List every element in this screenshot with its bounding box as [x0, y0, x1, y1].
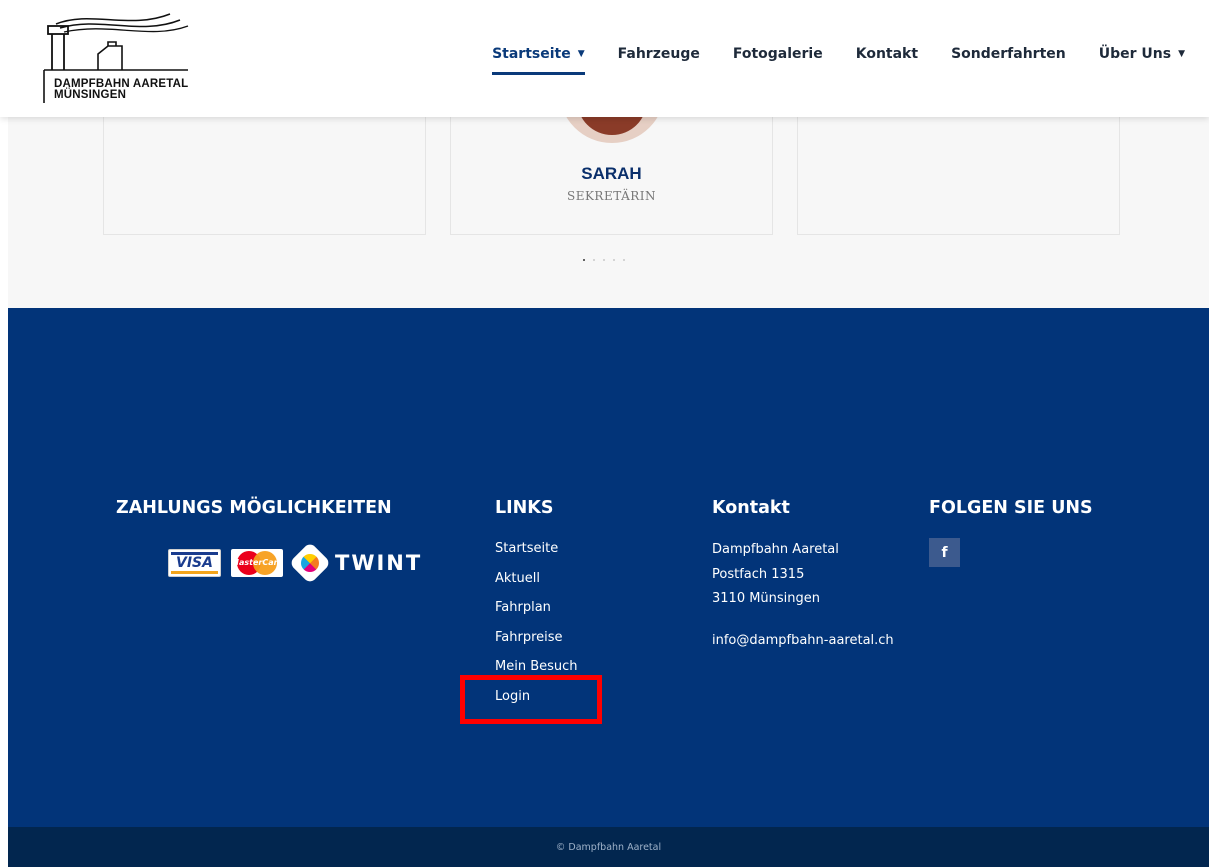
- twint-logo-icon: [288, 541, 332, 585]
- nav-kontakt[interactable]: Kontakt: [856, 46, 918, 62]
- member-name: SARAH: [581, 164, 642, 183]
- social-title: FOLGEN SIE UNS: [929, 498, 1093, 518]
- footer-link-startseite[interactable]: Startseite: [495, 542, 578, 572]
- carousel-dot-5[interactable]: [623, 259, 625, 261]
- nav-label: Fahrzeuge: [617, 46, 700, 62]
- visa-text: VISA: [176, 555, 213, 571]
- payments-title: ZAHLUNGS MÖGLICHKEITEN: [116, 498, 392, 518]
- contact-po-box: Postfach 1315: [712, 566, 805, 582]
- main-nav: Startseite ▼ Fahrzeuge Fotogalerie Konta…: [459, 46, 1185, 75]
- team-card-center: SARAH SEKRETÄRIN: [450, 75, 773, 235]
- caret-down-icon: ▼: [1178, 49, 1185, 59]
- copyright-text: © Dampfbahn Aaretal: [555, 841, 662, 853]
- nav-fotogalerie[interactable]: Fotogalerie: [733, 46, 823, 62]
- left-edge: [0, 0, 8, 867]
- copyright-bar: © Dampfbahn Aaretal: [8, 827, 1209, 867]
- contact-info: Dampfbahn Aaretal Postfach 1315 3110 Mün…: [712, 542, 894, 657]
- nav-label: Über Uns: [1098, 46, 1172, 62]
- contact-name: Dampfbahn Aaretal: [712, 542, 839, 557]
- facebook-glyph: f: [941, 544, 948, 561]
- payment-logos: VISA MasterCard TWINT: [168, 541, 423, 585]
- twint-text: TWINT: [335, 551, 423, 575]
- team-section: SARAH SEKRETÄRIN: [8, 75, 1209, 308]
- nav-startseite[interactable]: Startseite ▼: [492, 46, 585, 75]
- links-title: LINKS: [495, 498, 554, 518]
- visa-logo-icon: VISA: [168, 549, 221, 577]
- caret-down-icon: ▼: [577, 49, 585, 59]
- footer-link-fahrpreise[interactable]: Fahrpreise: [495, 630, 578, 661]
- nav-label: Kontakt: [855, 46, 919, 62]
- team-card-right: [797, 117, 1120, 235]
- facebook-icon[interactable]: f: [929, 538, 960, 567]
- site-footer: ZAHLUNGS MÖGLICHKEITEN VISA MasterCard T…: [8, 308, 1209, 827]
- carousel-dot-1[interactable]: [583, 259, 585, 261]
- nav-sonderfahrten[interactable]: Sonderfahrten: [951, 46, 1066, 62]
- carousel-dot-4[interactable]: [613, 259, 615, 261]
- nav-ueber-uns[interactable]: Über Uns ▼: [1099, 46, 1185, 62]
- contact-email-link[interactable]: info@dampfbahn-aaretal.ch: [712, 633, 894, 658]
- logo-subtitle: MÜNSINGEN: [54, 89, 127, 101]
- site-header: DAMPFBAHN AARETAL MÜNSINGEN Startseite ▼…: [0, 0, 1209, 117]
- footer-link-fahrplan[interactable]: Fahrplan: [495, 601, 578, 631]
- carousel-dot-3[interactable]: [603, 259, 605, 261]
- site-logo[interactable]: DAMPFBAHN AARETAL MÜNSINGEN: [30, 8, 200, 108]
- footer-link-login[interactable]: Login: [495, 689, 578, 720]
- footer-links: Startseite Aktuell Fahrplan Fahrpreise M…: [495, 542, 578, 719]
- contact-city: 3110 Münsingen: [712, 591, 821, 606]
- nav-label: Fotogalerie: [732, 46, 823, 62]
- contact-title: Kontakt: [712, 498, 790, 518]
- carousel-dot-2[interactable]: [593, 259, 595, 261]
- footer-link-mein-besuch[interactable]: Mein Besuch: [495, 660, 578, 690]
- member-role: SEKRETÄRIN: [566, 189, 657, 203]
- mastercard-text: MasterCard: [231, 558, 283, 567]
- footer-link-aktuell[interactable]: Aktuell: [495, 571, 578, 602]
- carousel-dots: [583, 259, 633, 261]
- mastercard-logo-icon: MasterCard: [231, 549, 283, 577]
- nav-label: Startseite: [492, 46, 571, 62]
- team-card-left: [103, 117, 426, 235]
- nav-label: Sonderfahrten: [951, 46, 1066, 62]
- nav-fahrzeuge[interactable]: Fahrzeuge: [618, 46, 700, 62]
